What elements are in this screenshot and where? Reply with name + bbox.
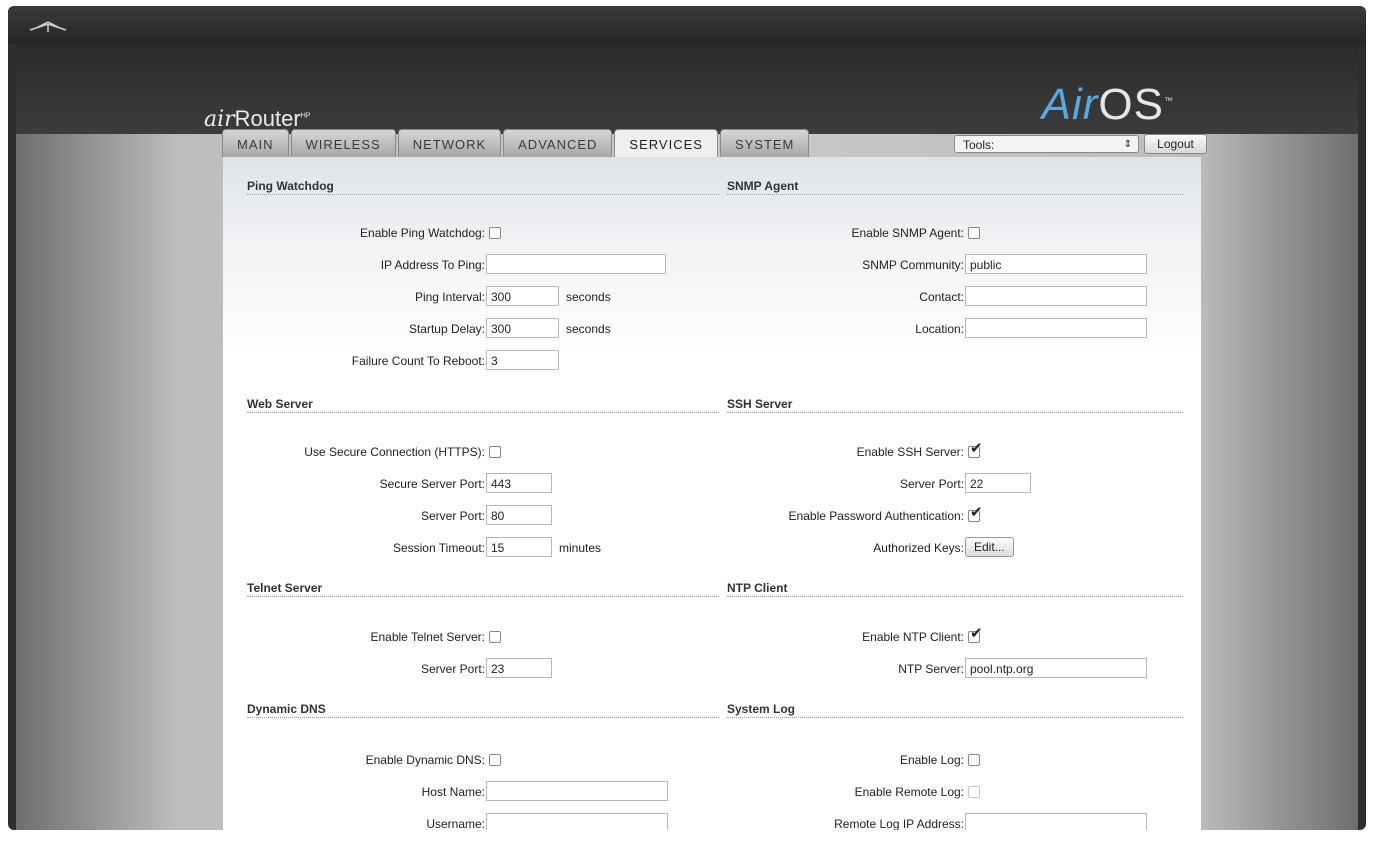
edit-keys-button[interactable]: Edit... [965, 537, 1014, 557]
checkmark-icon: ✔ [970, 440, 983, 457]
enable-log-label: Enable Log: [899, 753, 964, 767]
logout-button[interactable]: Logout [1144, 134, 1207, 154]
secure-server-port-input[interactable]: 443 [486, 473, 552, 493]
tab-advanced[interactable]: ADVANCED [503, 129, 613, 157]
section-title-ssh-server: SSH Server [727, 397, 793, 411]
logo-air: Air [1041, 80, 1099, 129]
logo-os: OS [1098, 80, 1164, 129]
logo-trademark: ™ [1164, 95, 1174, 106]
ubiquiti-logo-icon [29, 21, 67, 32]
section-divider [247, 194, 719, 195]
brand-name: Router [234, 106, 301, 131]
tools-select[interactable]: Tools: ⇕ [954, 135, 1139, 153]
ntp-server-label: NTP Server: [898, 662, 964, 676]
section-divider [727, 717, 1183, 718]
checkmark-icon: ✔ [970, 504, 983, 521]
ping-interval-input[interactable]: 300 [486, 286, 559, 306]
enable-remote-log-label: Enable Remote Log: [854, 785, 964, 799]
enable-ping-watchdog-checkbox[interactable] [489, 227, 501, 239]
airos-logo: AirOS™ [1042, 80, 1174, 130]
telnet-port-input[interactable]: 23 [486, 658, 552, 678]
tab-system[interactable]: SYSTEM [719, 129, 810, 157]
section-divider [247, 717, 719, 718]
enable-snmp-checkbox[interactable] [968, 227, 980, 239]
section-title-web-server: Web Server [247, 397, 313, 411]
failure-count-label: Failure Count To Reboot: [351, 354, 485, 368]
ping-interval-unit: seconds [566, 290, 611, 304]
ip-to-ping-label: IP Address To Ping: [380, 258, 485, 272]
snmp-contact-input[interactable] [965, 286, 1147, 306]
section-title-dynamic-dns: Dynamic DNS [247, 702, 326, 716]
tools-select-value: Tools: [963, 138, 995, 152]
section-title-ping-watchdog: Ping Watchdog [247, 179, 334, 193]
snmp-community-label: SNMP Community: [862, 258, 964, 272]
section-divider [247, 412, 719, 413]
enable-remote-log-checkbox[interactable] [968, 786, 980, 798]
secure-server-port-label: Secure Server Port: [379, 477, 485, 491]
tab-network[interactable]: NETWORK [397, 129, 502, 157]
ddns-host-input[interactable] [486, 781, 668, 801]
snmp-contact-label: Contact: [919, 290, 964, 304]
password-auth-label: Enable Password Authentication: [788, 509, 964, 523]
web-server-port-input[interactable]: 80 [486, 505, 552, 525]
enable-log-checkbox[interactable] [968, 754, 980, 766]
enable-ntp-label: Enable NTP Client: [862, 630, 964, 644]
telnet-port-label: Server Port: [420, 662, 485, 676]
password-auth-checkbox[interactable]: ✔ [968, 505, 983, 522]
session-timeout-label: Session Timeout: [392, 541, 485, 555]
ntp-server-input[interactable]: pool.ntp.org [965, 658, 1147, 678]
section-divider [727, 194, 1183, 195]
startup-delay-label: Startup Delay: [408, 322, 485, 336]
ssh-port-input[interactable]: 22 [965, 473, 1031, 493]
startup-delay-unit: seconds [566, 322, 611, 336]
main-tabs: MAIN WIRELESS NETWORK ADVANCED SERVICES … [222, 129, 810, 157]
remote-log-ip-input[interactable] [965, 813, 1147, 830]
enable-snmp-label: Enable SNMP Agent: [851, 226, 964, 240]
ip-to-ping-input[interactable] [486, 254, 666, 274]
tab-services[interactable]: SERVICES [614, 129, 718, 157]
brand-suffix: HP [300, 112, 311, 120]
services-panel: Ping Watchdog Enable Ping Watchdog: IP A… [223, 157, 1201, 830]
ddns-username-label: Username: [426, 817, 485, 830]
use-https-checkbox[interactable] [489, 446, 501, 458]
snmp-location-label: Location: [915, 322, 964, 336]
enable-ntp-checkbox[interactable]: ✔ [968, 626, 983, 643]
enable-ssh-label: Enable SSH Server: [856, 445, 964, 459]
snmp-location-input[interactable] [965, 318, 1147, 338]
ddns-host-label: Host Name: [421, 785, 485, 799]
ping-interval-label: Ping Interval: [414, 290, 485, 304]
enable-telnet-checkbox[interactable] [489, 631, 501, 643]
remote-log-ip-label: Remote Log IP Address: [834, 817, 964, 830]
failure-count-input[interactable]: 3 [486, 350, 559, 370]
startup-delay-input[interactable]: 300 [486, 318, 559, 338]
session-timeout-unit: minutes [559, 541, 602, 555]
select-arrows-icon: ⇕ [1123, 139, 1132, 150]
checkmark-icon: ✔ [970, 625, 983, 642]
tab-wireless[interactable]: WIRELESS [290, 129, 396, 157]
authorized-keys-label: Authorized Keys: [873, 541, 964, 555]
enable-ddns-label: Enable Dynamic DNS: [365, 753, 485, 767]
section-title-ntp-client: NTP Client [727, 581, 788, 595]
section-title-telnet-server: Telnet Server [247, 581, 323, 595]
snmp-community-input[interactable]: public [965, 254, 1147, 274]
tab-main[interactable]: MAIN [222, 129, 289, 157]
ssh-port-label: Server Port: [899, 477, 964, 491]
app-window: airRouterHP AirOS™ MAIN WIRELESS NETWORK… [8, 6, 1366, 830]
enable-ping-watchdog-label: Enable Ping Watchdog: [360, 226, 485, 240]
use-https-label: Use Secure Connection (HTTPS): [304, 445, 485, 459]
ddns-username-input[interactable] [486, 813, 668, 830]
section-title-system-log: System Log [727, 702, 796, 716]
section-title-snmp-agent: SNMP Agent [727, 179, 799, 193]
section-divider [247, 596, 719, 597]
section-divider [727, 596, 1183, 597]
window-titlebar [8, 6, 1366, 44]
web-server-port-label: Server Port: [420, 509, 485, 523]
section-divider [727, 412, 1183, 413]
enable-telnet-label: Enable Telnet Server: [370, 630, 485, 644]
session-timeout-input[interactable]: 15 [486, 537, 552, 557]
enable-ddns-checkbox[interactable] [489, 754, 501, 766]
browser-viewport: airRouterHP AirOS™ MAIN WIRELESS NETWORK… [16, 44, 1358, 830]
enable-ssh-checkbox[interactable]: ✔ [968, 441, 983, 458]
